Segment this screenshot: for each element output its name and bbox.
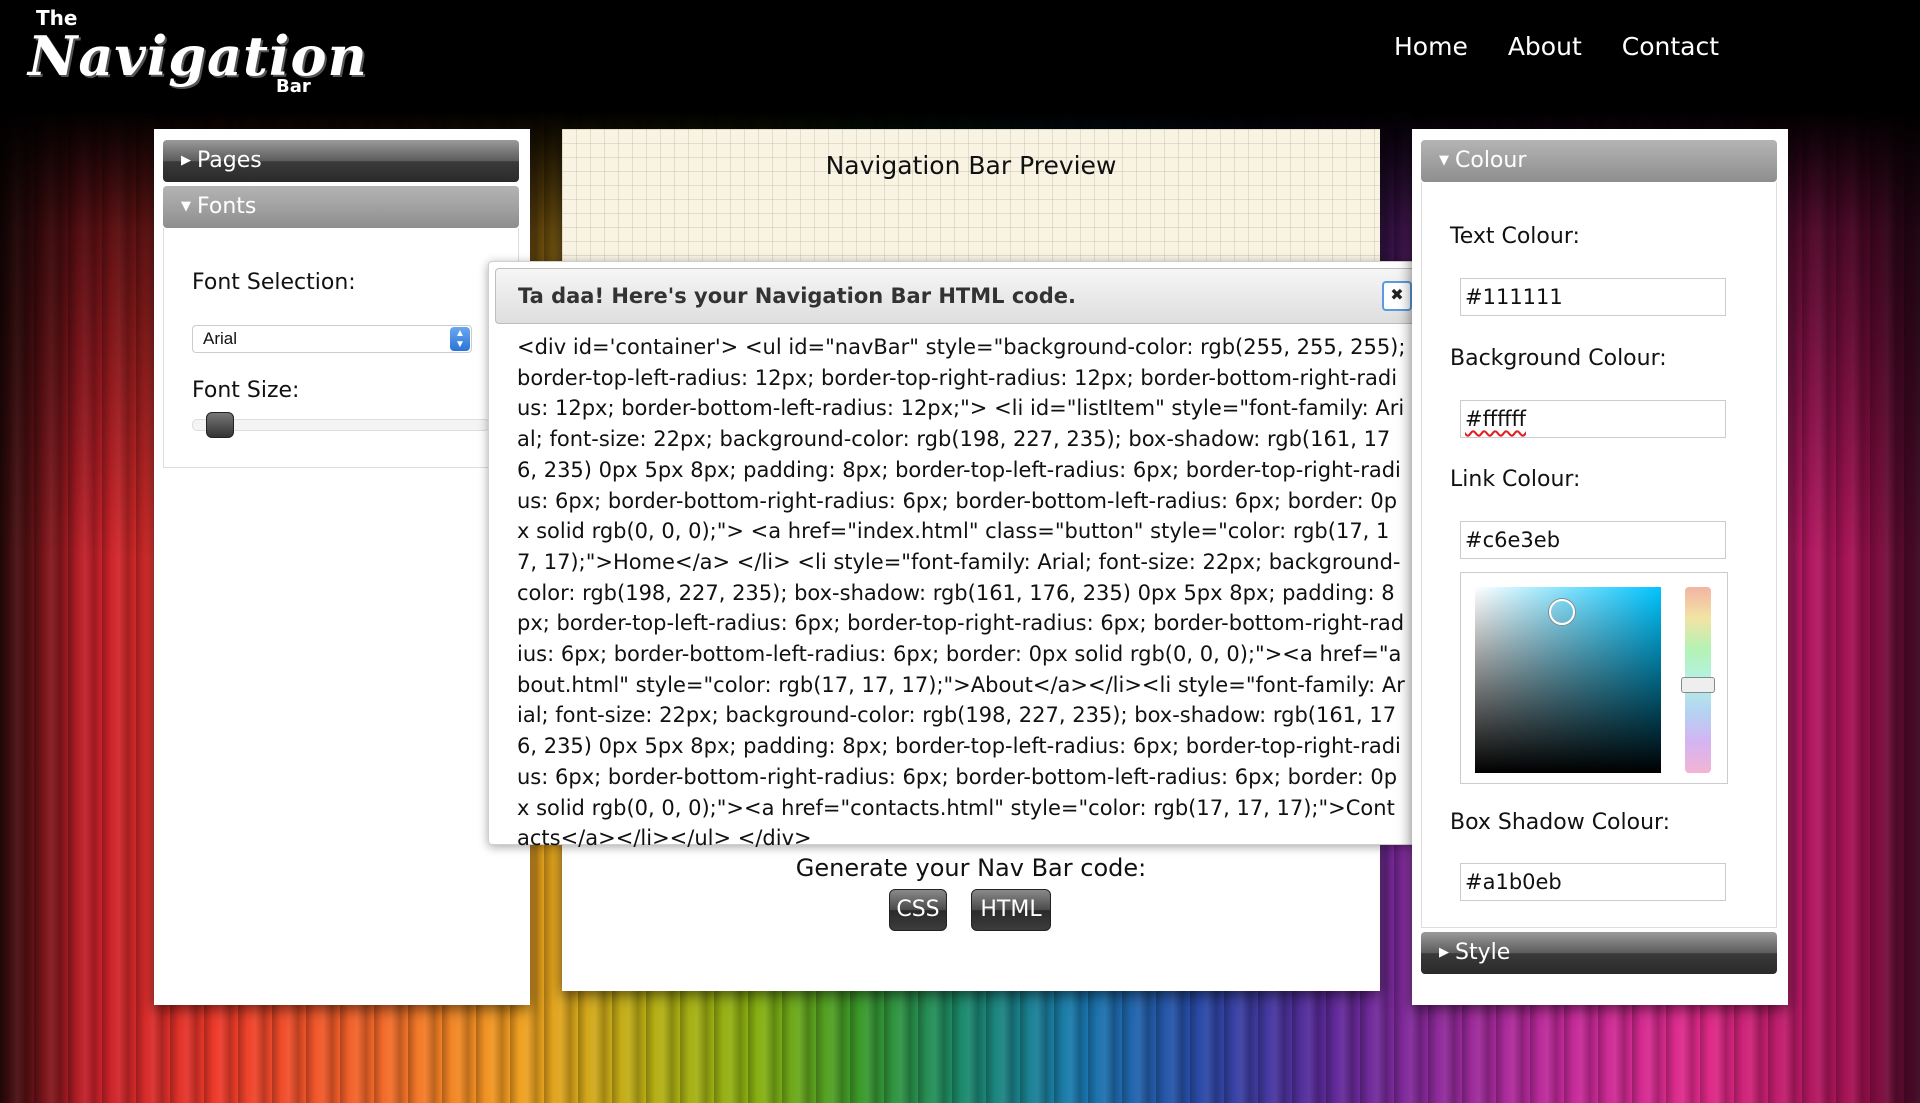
- text-colour-input[interactable]: #111111: [1460, 278, 1726, 316]
- fonts-accordion-header[interactable]: ▼ Fonts: [163, 186, 519, 228]
- nav-contact-link[interactable]: Contact: [1622, 32, 1719, 61]
- top-nav: Home About Contact: [1394, 32, 1719, 61]
- site-logo: The Navigation Bar: [26, 6, 367, 102]
- fonts-label: Fonts: [197, 194, 257, 219]
- font-select-value: Arial: [203, 329, 238, 348]
- box-shadow-colour-label: Box Shadow Colour:: [1450, 810, 1671, 835]
- colour-picker[interactable]: [1460, 572, 1728, 784]
- html-button[interactable]: HTML: [971, 889, 1051, 931]
- saturation-handle[interactable]: [1549, 599, 1575, 625]
- colour-accordion-header[interactable]: ▼ Colour: [1421, 140, 1777, 182]
- dialog-title-bar: Ta daa! Here's your Navigation Bar HTML …: [495, 268, 1425, 324]
- style-label: Style: [1455, 940, 1511, 965]
- html-code-dialog: Ta daa! Here's your Navigation Bar HTML …: [488, 261, 1434, 850]
- style-accordion-header[interactable]: ▶ Style: [1421, 932, 1777, 974]
- colour-label: Colour: [1455, 148, 1527, 173]
- colour-panel-body: Text Colour: #111111 Background Colour: …: [1421, 182, 1777, 928]
- css-button[interactable]: CSS: [889, 889, 947, 931]
- pages-accordion-header[interactable]: ▶ Pages: [163, 140, 519, 182]
- caret-down-icon: ▼: [181, 199, 191, 214]
- caret-right-icon: ▶: [1439, 945, 1449, 960]
- pages-label: Pages: [197, 148, 262, 173]
- background-colour-value: #ffffff: [1465, 407, 1527, 431]
- hue-slider-thumb[interactable]: [1681, 677, 1715, 693]
- dialog-title: Ta daa! Here's your Navigation Bar HTML …: [518, 284, 1076, 308]
- caret-right-icon: ▶: [181, 153, 191, 168]
- link-colour-input[interactable]: #c6e3eb: [1460, 521, 1726, 559]
- generated-html-code: <div id='container'> <ul id="navBar" sty…: [517, 335, 1406, 851]
- caret-down-icon: ▼: [1439, 153, 1449, 168]
- font-size-slider-thumb[interactable]: [205, 412, 234, 438]
- generate-label: Generate your Nav Bar code:: [795, 854, 1147, 882]
- font-selection-label: Font Selection:: [192, 270, 356, 295]
- background-colour-label: Background Colour:: [1450, 346, 1667, 371]
- box-shadow-colour-input[interactable]: #a1b0eb: [1460, 863, 1726, 901]
- right-panel: ▼ Colour Text Colour: #111111 Background…: [1412, 129, 1788, 1005]
- text-colour-label: Text Colour:: [1450, 224, 1580, 249]
- site-header: The Navigation Bar Home About Contact: [0, 0, 1920, 110]
- logo-bar: Bar: [276, 76, 311, 97]
- nav-about-link[interactable]: About: [1508, 32, 1582, 61]
- font-size-slider-track[interactable]: [192, 419, 490, 431]
- font-size-label: Font Size:: [192, 378, 300, 403]
- logo-main: Navigation: [28, 24, 368, 88]
- left-panel: ▶ Pages ▼ Fonts Font Selection: Arial ▲ ▼…: [154, 129, 530, 1005]
- background-colour-input[interactable]: #ffffff: [1460, 400, 1726, 438]
- link-colour-label: Link Colour:: [1450, 467, 1581, 492]
- select-arrows-icon: ▲ ▼: [450, 327, 470, 351]
- preview-canvas: [562, 129, 1380, 264]
- font-select[interactable]: Arial ▲ ▼: [192, 325, 472, 353]
- fonts-panel-body: Font Selection: Arial ▲ ▼ Font Size:: [163, 228, 519, 468]
- close-icon[interactable]: ✖: [1382, 281, 1412, 311]
- nav-home-link[interactable]: Home: [1394, 32, 1468, 61]
- preview-title: Navigation Bar Preview: [825, 151, 1117, 180]
